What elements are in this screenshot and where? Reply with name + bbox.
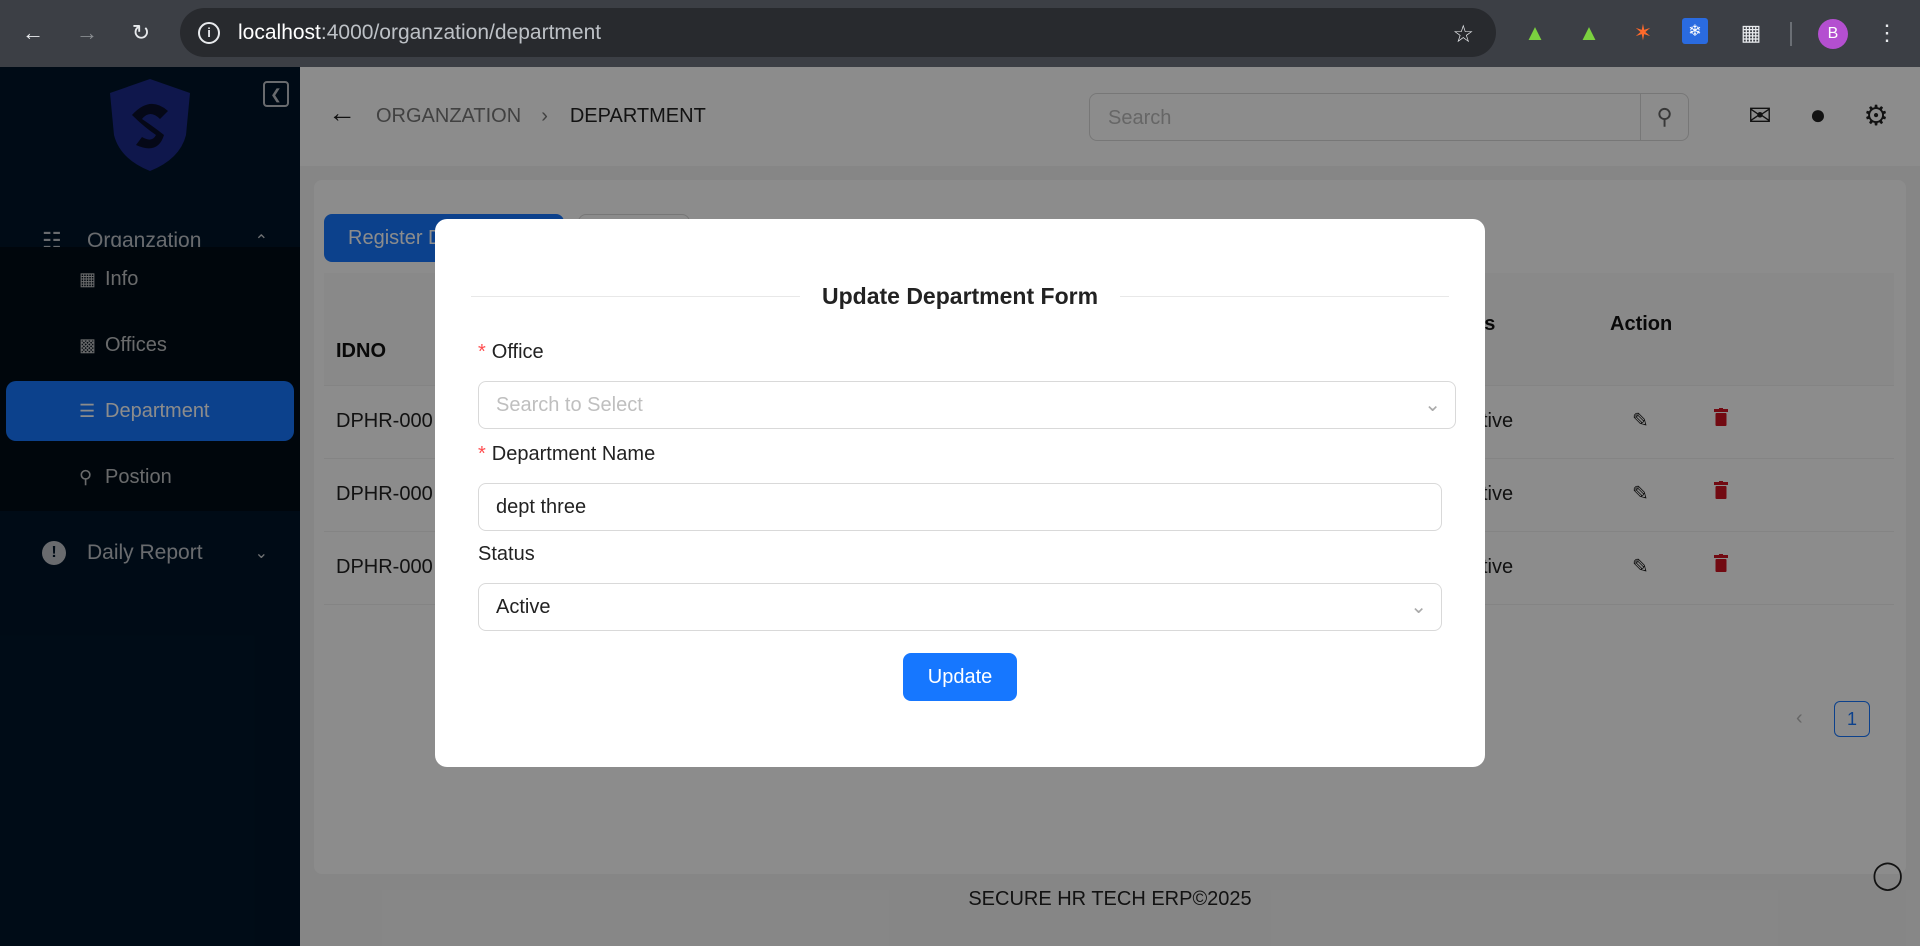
required-asterisk: * (478, 443, 486, 465)
back-icon[interactable]: ← (16, 16, 50, 50)
department-name-label: * Department Name (478, 443, 656, 465)
menu-kebab-icon[interactable]: ⋮ (1872, 18, 1902, 48)
extension-snowflake-icon[interactable]: ❄ (1682, 18, 1708, 44)
update-button[interactable]: Update (903, 653, 1017, 701)
profile-avatar[interactable]: B (1818, 19, 1848, 49)
chevron-down-icon: ⌄ (1424, 394, 1441, 416)
chevron-down-icon: ⌄ (1410, 596, 1427, 618)
status-select[interactable]: Active ⌄ (478, 583, 1442, 631)
office-select[interactable]: Search to Select ⌄ (478, 381, 1456, 429)
required-asterisk: * (478, 341, 486, 363)
department-name-value: dept three (496, 496, 587, 518)
url-text: localhost:4000/organzation/department (238, 20, 602, 44)
status-value: Active (496, 596, 551, 618)
office-label: * Office (478, 341, 544, 363)
modal-title-divider: Update Department Form (471, 281, 1450, 311)
department-name-input[interactable]: dept three (478, 483, 1442, 531)
extension-chart-icon-2[interactable]: ▲ (1574, 18, 1604, 48)
forward-icon[interactable]: → (70, 16, 104, 50)
reload-icon[interactable]: ↻ (124, 16, 158, 50)
modal-title: Update Department Form (821, 282, 1099, 309)
extension-spark-icon[interactable]: ✶ (1628, 18, 1658, 48)
extension-chart-icon[interactable]: ▲ (1520, 18, 1550, 48)
browser-toolbar: ← → ↻ i localhost:4000/organzation/depar… (0, 0, 1920, 67)
update-department-modal: Update Department Form * Office Search to… (435, 219, 1485, 767)
office-placeholder: Search to Select (496, 394, 643, 416)
divider-line (471, 295, 800, 297)
divider-line (1120, 295, 1450, 297)
toolbar-divider (1790, 22, 1792, 46)
site-info-icon[interactable]: i (198, 21, 220, 44)
address-bar[interactable]: i localhost:4000/organzation/department … (180, 8, 1496, 57)
extensions-puzzle-icon[interactable]: ▦ (1736, 18, 1766, 48)
bookmark-star-icon[interactable]: ☆ (1452, 20, 1474, 49)
status-label: Status (478, 543, 535, 565)
